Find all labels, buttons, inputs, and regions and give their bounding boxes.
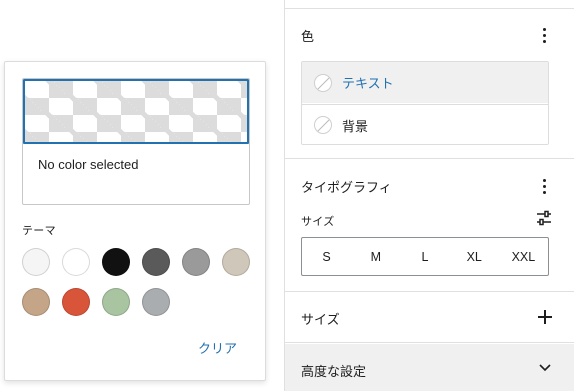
color-swatch-black[interactable] bbox=[102, 248, 130, 276]
color-swatch-white[interactable] bbox=[62, 248, 90, 276]
color-item-background-label: 背景 bbox=[342, 118, 369, 134]
color-item-text[interactable]: テキスト bbox=[302, 62, 548, 103]
font-size-xl-button[interactable]: XL bbox=[450, 238, 499, 275]
color-item-background[interactable]: 背景 bbox=[302, 104, 548, 145]
transparent-checkerboard bbox=[23, 79, 249, 144]
color-panel-title: 色 bbox=[301, 29, 315, 44]
typography-options-kebab-icon[interactable] bbox=[536, 176, 552, 196]
dimensions-panel[interactable]: サイズ bbox=[285, 293, 574, 343]
dimensions-panel-title: サイズ bbox=[301, 312, 340, 327]
color-swatch-orange-red[interactable] bbox=[62, 288, 90, 316]
typography-panel-title: タイポグラフィ bbox=[301, 180, 392, 195]
plus-icon[interactable] bbox=[538, 310, 552, 324]
color-swatch-beige[interactable] bbox=[222, 248, 250, 276]
theme-palette-label: テーマ bbox=[22, 225, 56, 237]
color-swatch-gray[interactable] bbox=[182, 248, 210, 276]
color-swatch-base[interactable] bbox=[22, 248, 50, 276]
font-size-m-button[interactable]: M bbox=[351, 238, 400, 275]
color-swatch-tan[interactable] bbox=[22, 288, 50, 316]
color-swatch-dark-gray[interactable] bbox=[142, 248, 170, 276]
chevron-down-icon bbox=[539, 364, 551, 372]
custom-size-settings-icon[interactable] bbox=[536, 210, 552, 226]
empty-color-swatch-icon bbox=[314, 73, 332, 92]
clear-color-button[interactable]: クリア bbox=[198, 338, 237, 357]
font-size-xxl-button[interactable]: XXL bbox=[499, 238, 548, 275]
color-panel: 色 テキスト 背景 bbox=[285, 9, 574, 159]
font-size-s-button[interactable]: S bbox=[302, 238, 351, 275]
empty-color-swatch-icon bbox=[314, 116, 332, 134]
color-picker-popover: No color selected テーマ クリア bbox=[4, 61, 266, 381]
color-swatch-light-gray[interactable] bbox=[142, 288, 170, 316]
block-settings-sidebar: 色 テキスト 背景 タイポグラフィ サイズ S M L XL XXL サイズ 高… bbox=[284, 0, 574, 391]
font-size-toggle-group: S M L XL XXL bbox=[301, 237, 549, 276]
color-settings-list: テキスト 背景 bbox=[301, 61, 549, 145]
font-size-label: サイズ bbox=[301, 216, 335, 228]
color-item-text-label: テキスト bbox=[342, 76, 394, 91]
advanced-panel-toggle[interactable]: 高度な設定 bbox=[285, 344, 574, 391]
color-swatch-sage[interactable] bbox=[102, 288, 130, 316]
color-options-kebab-icon[interactable] bbox=[536, 25, 552, 45]
typography-panel: タイポグラフィ サイズ S M L XL XXL bbox=[285, 160, 574, 292]
advanced-panel-title: 高度な設定 bbox=[301, 364, 367, 379]
font-size-l-button[interactable]: L bbox=[400, 238, 449, 275]
color-preview[interactable]: No color selected bbox=[22, 78, 250, 205]
no-color-selected-text: No color selected bbox=[38, 157, 139, 172]
